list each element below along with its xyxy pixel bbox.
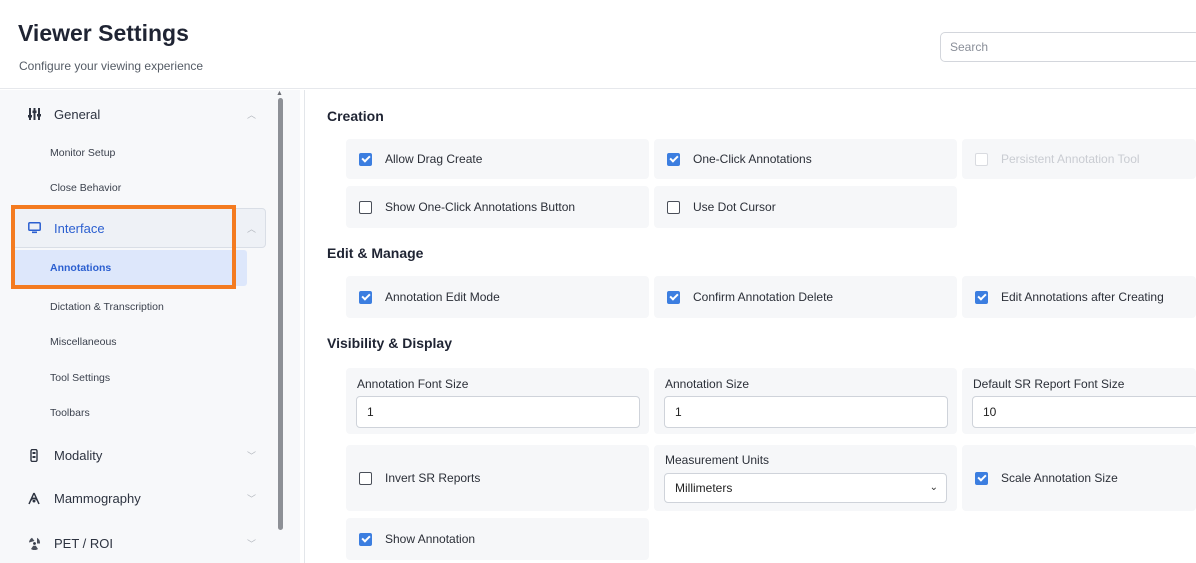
checkbox[interactable] <box>359 152 372 166</box>
field-label: Measurement Units <box>665 453 770 467</box>
checkbox[interactable] <box>359 471 372 485</box>
sidebar-item-close-behavior[interactable]: Close Behavior <box>12 179 247 197</box>
option-label: Persistent Annotation Tool <box>1001 152 1140 166</box>
option-label: Allow Drag Create <box>385 152 483 166</box>
select-value: Millimeters <box>675 481 733 495</box>
page-title: Viewer Settings <box>18 20 189 46</box>
sidebar-item-label: PET / ROI <box>54 535 113 551</box>
option-label: Scale Annotation Size <box>1001 471 1118 485</box>
checkbox[interactable] <box>667 200 680 214</box>
option-label: Use Dot Cursor <box>693 200 776 214</box>
option-invert-sr-reports[interactable]: Invert SR Reports <box>346 445 649 511</box>
option-label: Annotation Edit Mode <box>385 290 500 304</box>
mammography-icon <box>24 492 44 505</box>
field-label: Annotation Font Size <box>357 377 469 391</box>
sidebar-item-label: Modality <box>54 447 103 463</box>
sidebar-item-miscellaneous[interactable]: Miscellaneous <box>12 333 247 351</box>
option-persistent-annotation-tool: Persistent Annotation Tool <box>962 139 1196 179</box>
chevron-down-icon: ﹀ <box>246 450 256 461</box>
section-title-creation: Creation <box>327 108 384 124</box>
sliders-icon <box>24 108 44 120</box>
sidebar-item-tool-settings[interactable]: Tool Settings <box>12 369 247 387</box>
sidebar-item-general[interactable]: General ︿ <box>12 104 266 124</box>
field-annotation-font-size: Annotation Font Size 1 <box>346 368 649 434</box>
chevron-down-icon: ⌄ <box>929 482 938 493</box>
annotation-size-input[interactable]: 1 <box>664 396 948 428</box>
option-label: Confirm Annotation Delete <box>693 290 834 304</box>
checkbox[interactable] <box>667 290 680 304</box>
option-label: Show Annotation <box>385 532 476 546</box>
sidebar-item-toolbars[interactable]: Toolbars <box>12 404 247 422</box>
field-sr-report-font-size: Default SR Report Font Size 10 <box>962 368 1196 434</box>
option-scale-annotation-size[interactable]: Scale Annotation Size <box>962 445 1196 511</box>
option-annotation-edit-mode[interactable]: Annotation Edit Mode <box>346 276 649 318</box>
page-header: Viewer Settings Configure your viewing e… <box>0 0 1196 89</box>
option-one-click-annotations[interactable]: One-Click Annotations <box>654 139 957 179</box>
option-allow-drag-create[interactable]: Allow Drag Create <box>346 139 649 179</box>
field-measurement-units: Measurement Units Millimeters ⌄ <box>654 445 957 511</box>
measurement-units-select[interactable]: Millimeters ⌄ <box>664 473 947 503</box>
sidebar-item-monitor-setup[interactable]: Monitor Setup <box>12 144 247 162</box>
field-label: Default SR Report Font Size <box>973 377 1125 391</box>
section-title-edit-manage: Edit & Manage <box>327 245 424 261</box>
sidebar-item-mammography[interactable]: Mammography ﹀ <box>12 488 266 508</box>
radiation-icon <box>24 537 44 550</box>
scroll-up-icon[interactable]: ▲ <box>276 90 283 97</box>
option-label: Show One-Click Annotations Button <box>385 200 576 214</box>
checkbox[interactable] <box>359 200 372 214</box>
divider <box>304 90 305 563</box>
section-title-visibility: Visibility & Display <box>327 335 453 351</box>
highlight-box <box>11 205 236 289</box>
annotation-font-size-input[interactable]: 1 <box>356 396 640 428</box>
checkbox[interactable] <box>975 290 988 304</box>
option-use-dot-cursor[interactable]: Use Dot Cursor <box>654 186 957 228</box>
field-annotation-size: Annotation Size 1 <box>654 368 957 434</box>
checkbox[interactable] <box>975 471 988 485</box>
search-input[interactable] <box>940 32 1196 62</box>
sidebar-item-modality[interactable]: Modality ﹀ <box>12 445 266 465</box>
chevron-down-icon: ﹀ <box>246 538 256 549</box>
option-label: One-Click Annotations <box>693 152 812 166</box>
chevron-up-icon: ︿ <box>246 109 256 120</box>
sidebar-item-label: Mammography <box>54 490 141 506</box>
option-confirm-annotation-delete[interactable]: Confirm Annotation Delete <box>654 276 957 318</box>
sidebar-item-dictation[interactable]: Dictation & Transcription <box>12 298 247 316</box>
checkbox[interactable] <box>359 290 372 304</box>
option-show-annotation[interactable]: Show Annotation <box>346 518 649 560</box>
sidebar-item-pet-roi[interactable]: PET / ROI ﹀ <box>12 533 266 553</box>
field-label: Annotation Size <box>665 377 750 391</box>
chevron-up-icon: ︿ <box>246 223 256 234</box>
sidebar-scrollbar[interactable] <box>278 98 283 530</box>
option-edit-after-creating[interactable]: Edit Annotations after Creating <box>962 276 1196 318</box>
option-label: Edit Annotations after Creating <box>1001 290 1164 304</box>
chevron-down-icon: ﹀ <box>246 493 256 504</box>
device-icon <box>24 448 44 462</box>
sidebar-item-label: General <box>54 106 101 122</box>
option-show-one-click-button[interactable]: Show One-Click Annotations Button <box>346 186 649 228</box>
sr-report-font-size-input[interactable]: 10 <box>972 396 1196 428</box>
checkbox[interactable] <box>359 532 372 546</box>
checkbox[interactable] <box>667 152 680 166</box>
page-subtitle: Configure your viewing experience <box>19 59 204 73</box>
settings-sidebar: General ︿ Monitor Setup Close Behavior I… <box>0 90 300 563</box>
option-label: Invert SR Reports <box>385 471 481 485</box>
checkbox <box>975 152 988 166</box>
